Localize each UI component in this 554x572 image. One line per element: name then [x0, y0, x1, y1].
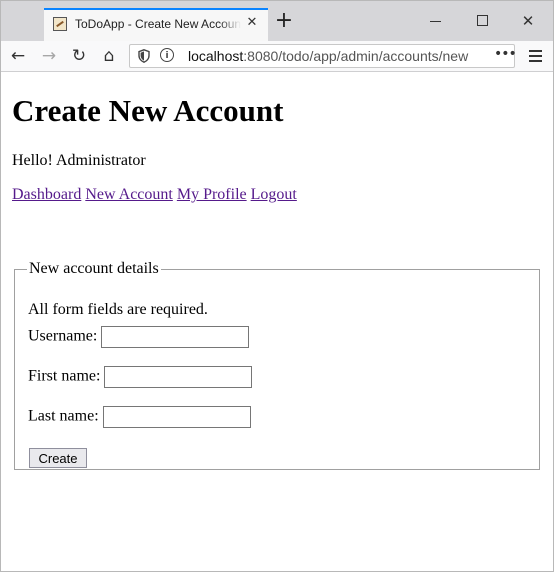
greeting-text: Hello! Administrator — [12, 152, 146, 169]
link-new-account[interactable]: New Account — [85, 186, 173, 203]
shield-icon[interactable] — [138, 49, 150, 63]
reload-icon[interactable]: ↻ — [68, 45, 90, 67]
required-note: All form fields are required. — [28, 301, 208, 318]
maximize-icon[interactable] — [471, 11, 493, 31]
link-dashboard[interactable]: Dashboard — [12, 186, 81, 203]
new-tab-button[interactable]: + — [273, 10, 295, 33]
tab-title-fade — [219, 14, 241, 34]
fieldset-legend: New account details — [29, 260, 159, 277]
menu-bar-line — [529, 50, 542, 52]
create-button[interactable]: Create — [29, 448, 87, 468]
nav-links: Dashboard New Account My Profile Logout — [12, 186, 301, 204]
page-content: Create New Account Hello! Administrator … — [1, 72, 553, 571]
last-name-label: Last name: — [28, 407, 99, 425]
first-name-label: First name: — [28, 367, 101, 385]
menu-bar-line — [529, 60, 542, 62]
browser-window: ToDoApp - Create New Account ✕ + ✕ ← → ↻… — [0, 0, 554, 572]
forward-icon[interactable]: → — [38, 45, 60, 67]
username-input[interactable] — [101, 326, 250, 348]
hamburger-menu-icon[interactable] — [527, 45, 545, 67]
last-name-input[interactable] — [102, 406, 251, 428]
url-host: localhost — [188, 48, 244, 64]
username-label: Username: — [28, 327, 98, 345]
home-icon[interactable]: ⌂ — [98, 45, 120, 67]
tab-title: ToDoApp - Create New Account — [75, 17, 241, 31]
favicon-icon — [53, 17, 67, 31]
first-name-row: First name: — [28, 366, 253, 388]
navigation-toolbar: ← → ↻ ⌂ i localhost:8080/todo/app/admin/… — [1, 41, 553, 72]
back-icon[interactable]: ← — [7, 45, 29, 67]
first-name-input[interactable] — [104, 366, 253, 388]
tab-strip: ToDoApp - Create New Account ✕ + ✕ — [1, 1, 553, 41]
close-tab-icon[interactable]: ✕ — [244, 15, 260, 31]
page-title: Create New Account — [12, 93, 284, 128]
url-path: :8080/todo/app/admin/accounts/new — [243, 48, 469, 64]
minimize-icon[interactable] — [425, 11, 447, 31]
tab-todoapp[interactable]: ToDoApp - Create New Account ✕ — [44, 8, 268, 41]
link-logout[interactable]: Logout — [251, 186, 297, 203]
address-bar[interactable]: i localhost:8080/todo/app/admin/accounts… — [129, 44, 517, 68]
username-row: Username: — [28, 326, 250, 348]
url-text[interactable]: localhost:8080/todo/app/admin/accounts/n… — [188, 48, 468, 64]
site-info-icon[interactable]: i — [160, 48, 174, 62]
close-window-icon[interactable]: ✕ — [517, 11, 539, 31]
page-actions-icon[interactable]: ••• — [494, 46, 517, 62]
account-details-fieldset: New account details All form fields are … — [14, 260, 540, 470]
last-name-row: Last name: — [28, 406, 251, 428]
menu-bar-line — [529, 55, 542, 57]
link-my-profile[interactable]: My Profile — [177, 186, 247, 203]
